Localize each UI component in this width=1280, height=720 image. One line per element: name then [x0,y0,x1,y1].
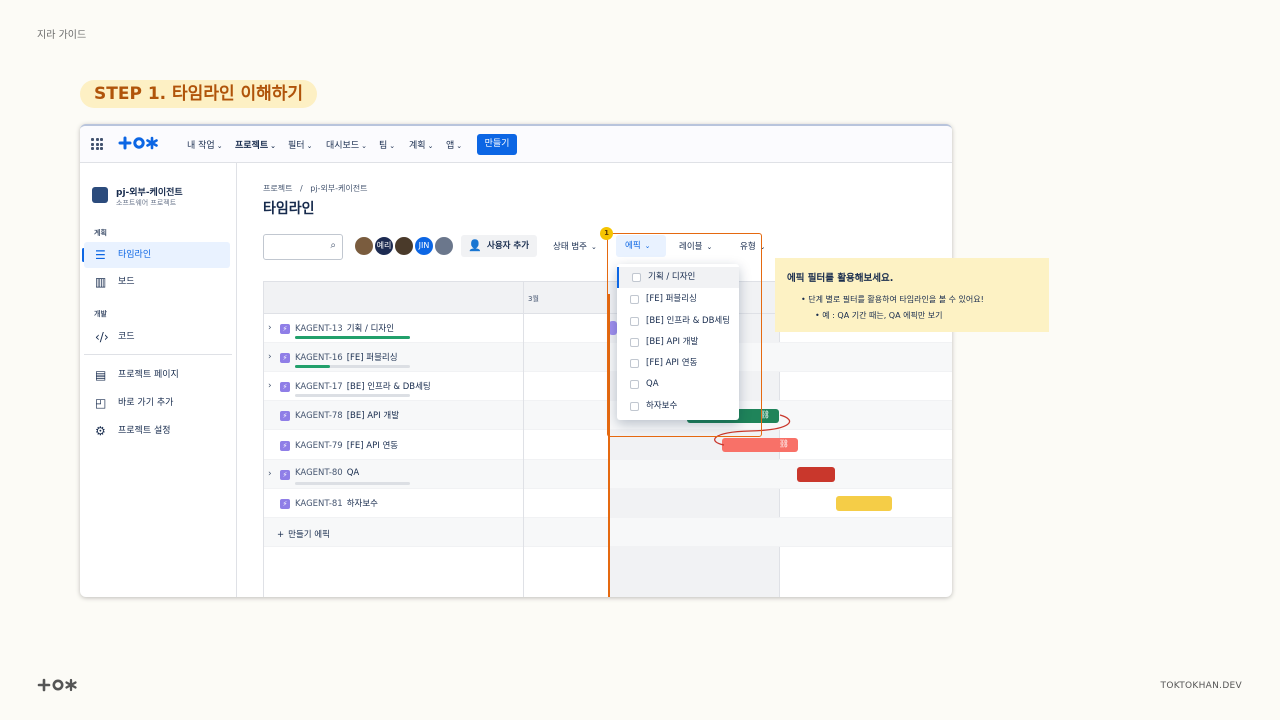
row-label[interactable]: KAGENT-17 [BE] 인프라 & DB세팅 [295,380,431,392]
breadcrumb-project[interactable]: pj-외부-케이전트 [310,184,367,193]
code-icon: ‹/› [95,330,109,344]
project-name[interactable]: pj-외부-케이전트 [116,185,183,198]
top-nav: 내 작업 ⌄ 프로젝트 ⌄ 필터 ⌄ 대시보드 ⌄ 팀 ⌄ 계획 ⌄ 앱 ⌄ 만들기 [80,126,952,163]
sidebar-item-add-shortcut[interactable]: ◰ 바로 가기 추가 [84,390,230,416]
page-title: 타임라인 [263,201,315,217]
epic-icon: ⚡ [280,353,290,363]
expand-chevron-icon[interactable]: › [268,323,272,333]
expand-chevron-icon[interactable]: › [268,352,272,362]
epic-icon: ⚡ [280,324,290,334]
avatar[interactable] [353,235,375,257]
guide-title: 지라 가이드 [37,30,87,41]
callout-number-badge: 1 [600,227,613,240]
row-label[interactable]: KAGENT-16 [FE] 퍼블리싱 [295,351,398,363]
brand-logo[interactable] [118,135,160,151]
callout-highlight-box [607,233,762,437]
nav-apps[interactable]: 앱 ⌄ [446,138,462,151]
breadcrumb: 프로젝트 / pj-외부-케이전트 [263,184,368,193]
search-icon: ⌕ [330,240,336,251]
epic-icon: ⚡ [280,382,290,392]
plus-icon: + [277,530,285,540]
sidebar-item-timeline[interactable]: ☰ 타임라인 [84,242,230,268]
section-plan: 계획 [94,229,107,237]
page-icon: ▤ [95,368,107,382]
project-rocket-icon [92,187,108,203]
breadcrumb-root[interactable]: 프로젝트 [263,184,292,193]
nav-teams[interactable]: 팀 ⌄ [379,138,395,151]
epic-icon: ⚡ [280,470,290,480]
progress-bar [295,482,410,485]
add-person-icon: 👤 [468,239,482,252]
jira-window: 내 작업 ⌄ 프로젝트 ⌄ 필터 ⌄ 대시보드 ⌄ 팀 ⌄ 계획 ⌄ 앱 ⌄ 만들기 pj-외… [80,124,952,597]
progress-bar [295,365,410,368]
filter-status-category[interactable]: 상태 범주 ⌄ [553,240,597,252]
sidebar-item-project-page[interactable]: ▤ 프로젝트 페이지 [84,362,230,388]
tip-line: • 예 : QA 기간 때는, QA 에픽만 보기 [815,311,943,320]
timeline-icon: ☰ [95,248,106,262]
sidebar-item-board[interactable]: ▥ 보드 [84,269,230,295]
gear-icon: ⚙ [95,424,106,438]
expand-chevron-icon[interactable]: › [268,381,272,391]
row-label[interactable]: KAGENT-78 [BE] API 개발 [295,409,399,421]
avatar[interactable] [393,235,415,257]
progress-bar [295,394,410,397]
row-label[interactable]: KAGENT-13 기획 / 디자인 [295,322,394,334]
sidebar-divider [84,354,232,355]
epic-icon: ⚡ [280,441,290,451]
row-label[interactable]: KAGENT-80 QA [295,468,359,478]
tip-line: • 단계 별로 필터를 활용하여 타임라인을 볼 수 있어요! [801,295,984,304]
row-label[interactable]: KAGENT-81 하자보수 [295,497,378,509]
sidebar: pj-외부-케이전트 소프트웨어 프로젝트 계획 ☰ 타임라인 ▥ 보드 개발 ‹/… [80,163,237,597]
expand-chevron-icon[interactable]: › [268,469,272,479]
nav-filters[interactable]: 필터 ⌄ [288,138,312,151]
avatar[interactable]: 예리 [373,235,395,257]
tip-title: 에픽 필터를 활용해보세요. [787,273,894,284]
epic-icon: ⚡ [280,411,290,421]
timeline-bar[interactable] [836,496,892,511]
create-button[interactable]: 만들기 [477,134,517,155]
search-input[interactable]: ⌕ [263,234,343,260]
footer-brand: TOKTOKHAN.DEV [1160,681,1242,691]
progress-bar [295,336,410,339]
section-dev: 개발 [94,310,107,318]
step-title: STEP 1. 타임라인 이해하기 [80,80,318,108]
avatar[interactable] [433,235,455,257]
timeline-bar[interactable] [797,467,835,482]
app-switcher-icon[interactable] [91,138,103,150]
footer-logo [37,678,77,692]
row-label[interactable]: KAGENT-79 [FE] API 연동 [295,439,398,451]
nav-my-work[interactable]: 내 작업 ⌄ [187,138,223,151]
nav-dashboards[interactable]: 대시보드 ⌄ [326,138,367,151]
create-epic-button[interactable]: + 만들기 에픽 [277,528,330,540]
nav-projects[interactable]: 프로젝트 ⌄ [235,138,276,151]
board-icon: ▥ [95,275,107,289]
tip-callout: 에픽 필터를 활용해보세요. • 단계 별로 필터를 활용하여 타임라인을 볼 … [775,258,1049,332]
nav-plans[interactable]: 계획 ⌄ [409,138,433,151]
avatar[interactable]: JIN [413,235,435,257]
project-type: 소프트웨어 프로젝트 [116,199,177,207]
epic-icon: ⚡ [280,499,290,509]
add-shortcut-icon: ◰ [95,396,107,410]
add-user-button[interactable]: 👤 사용자 추가 [461,235,537,257]
month-label: 3월 [528,295,539,303]
sidebar-item-code[interactable]: ‹/› 코드 [84,324,230,350]
sidebar-item-settings[interactable]: ⚙ 프로젝트 설정 [84,418,230,444]
